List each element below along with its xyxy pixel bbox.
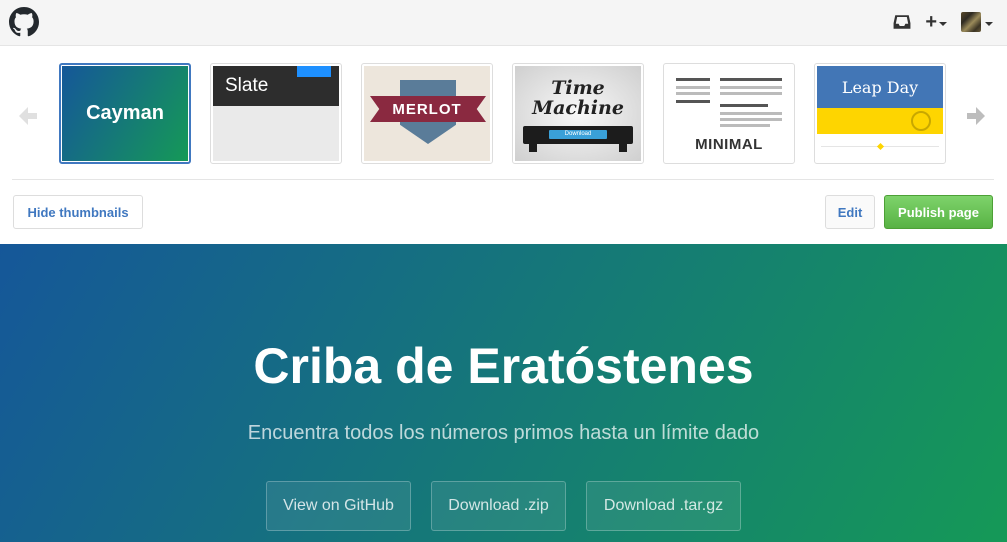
plus-icon: + [925,11,937,33]
top-actions: + [893,10,993,34]
download-tar-button[interactable]: Download .tar.gz [586,481,741,531]
theme-thumb-merlot[interactable]: MERLOT [361,63,493,164]
theme-name: MINIMAL [695,136,763,153]
theme-name: Cayman [86,102,164,124]
view-on-github-button[interactable]: View on GitHub [266,481,411,531]
page-tagline: Encuentra todos los números primos hasta… [247,422,760,444]
github-badge-icon [911,111,931,131]
arrow-left-icon[interactable] [18,106,38,126]
theme-thumb-minimal[interactable]: MINIMAL [663,63,795,164]
download-zip-button[interactable]: Download .zip [431,481,566,531]
inbox-icon[interactable] [893,13,911,31]
user-menu[interactable] [961,12,993,32]
theme-thumb-time-machine[interactable]: Time Machine Download [512,63,644,164]
page-title: Criba de Eratóstenes [253,338,754,394]
theme-thumb-slate[interactable]: Slate [210,63,342,164]
theme-name: Leap Day [841,78,919,97]
theme-chooser: Cayman Slate MERLOT Time Machine Downloa… [0,46,1007,244]
chevron-down-icon [939,21,947,26]
page-preview-hero: Criba de Eratóstenes Encuentra todos los… [0,244,1007,542]
theme-name: MERLOT [392,101,462,118]
arrow-right-icon[interactable] [966,106,986,126]
theme-thumb-cayman[interactable]: Cayman [59,63,191,164]
top-navigation-bar: + [0,0,1007,46]
theme-thumb-leap-day[interactable]: Leap Day [814,63,946,164]
divider [12,179,994,180]
theme-name: Slate [225,75,269,96]
edit-button[interactable]: Edit [825,195,875,229]
avatar [961,12,981,32]
publish-page-button[interactable]: Publish page [884,195,993,229]
chevron-down-icon [985,21,993,26]
theme-preview-download: Download [549,130,607,139]
theme-name: Time Machine [532,77,624,119]
create-new-menu[interactable]: + [925,12,947,32]
hide-thumbnails-button[interactable]: Hide thumbnails [13,195,143,229]
github-octocat-icon[interactable] [9,7,39,37]
